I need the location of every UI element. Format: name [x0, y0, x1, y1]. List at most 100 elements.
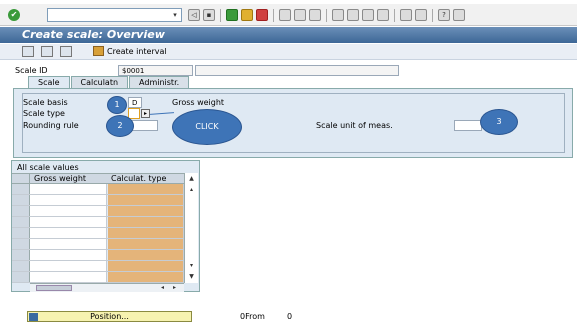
table-row — [12, 228, 198, 239]
calculation-type-cell[interactable] — [108, 217, 184, 227]
page-title: Create scale: Overview — [22, 28, 165, 41]
create-interval-label: Create interval — [107, 46, 167, 56]
title-bar: Create scale: Overview — [0, 27, 577, 43]
calculation-type-cell[interactable] — [108, 228, 184, 238]
scale-unit-field[interactable] — [454, 120, 482, 131]
other-scale-icon[interactable] — [22, 46, 34, 57]
find-next-icon[interactable] — [309, 9, 321, 21]
tab-administration[interactable]: Administr. — [129, 76, 190, 88]
create-interval-button[interactable]: Create interval — [93, 46, 167, 56]
change-display-icon[interactable] — [41, 46, 53, 57]
gross-weight-cell[interactable] — [30, 272, 107, 282]
gross-weight-cell[interactable] — [30, 217, 107, 227]
horizontal-scrollbar[interactable]: ◂ ▸ — [30, 283, 184, 292]
calculation-type-cell[interactable] — [108, 250, 184, 260]
table-row — [12, 217, 198, 228]
save-icon[interactable]: ▪ — [203, 9, 215, 21]
chevron-down-icon[interactable]: ▾ — [170, 10, 180, 20]
scroll-right-icon[interactable]: ▸ — [170, 284, 179, 292]
scroll-up-icon[interactable]: ▲ — [185, 174, 198, 183]
shortcut-icon[interactable] — [415, 9, 427, 21]
toolbar-separator — [326, 8, 327, 22]
scale-values-table: All scale values Gross weight Calculat. … — [11, 160, 200, 292]
table-rows — [12, 184, 198, 283]
tab-scale[interactable]: Scale — [28, 76, 70, 88]
next-page-icon[interactable] — [362, 9, 374, 21]
vertical-scrollbar[interactable]: ▲ ▴ ▾ ▼ — [184, 173, 198, 283]
position-button[interactable]: Position... — [27, 311, 192, 322]
callout-1: 1 — [107, 96, 127, 114]
scale-unit-label: Scale unit of meas. — [316, 121, 393, 130]
scale-id-field[interactable]: $0001 — [118, 65, 193, 76]
first-page-icon[interactable] — [332, 9, 344, 21]
toolbar-separator — [273, 8, 274, 22]
rounding-rule-label: Rounding rule — [23, 121, 79, 130]
row-selector[interactable] — [12, 184, 30, 194]
new-session-icon[interactable] — [400, 9, 412, 21]
row-selector[interactable] — [12, 261, 30, 271]
calculation-type-cell[interactable] — [108, 195, 184, 205]
enter-check-icon[interactable]: ✔ — [8, 9, 20, 21]
callout-2: 2 — [106, 115, 134, 137]
calculation-type-cell[interactable] — [108, 261, 184, 271]
gross-weight-cell[interactable] — [30, 184, 107, 194]
application-toolbar: Create interval — [0, 44, 577, 60]
scrollbar-thumb[interactable] — [36, 285, 72, 291]
back-icon[interactable] — [226, 9, 238, 21]
find-icon[interactable] — [294, 9, 306, 21]
calculation-type-cell[interactable] — [108, 239, 184, 249]
scale-basis-field[interactable]: D — [128, 97, 142, 108]
gross-weight-cell[interactable] — [30, 195, 107, 205]
row-selector[interactable] — [12, 239, 30, 249]
row-selector[interactable] — [12, 206, 30, 216]
row-selector[interactable] — [12, 250, 30, 260]
row-selector[interactable] — [12, 272, 30, 282]
calculation-type-cell[interactable] — [108, 206, 184, 216]
gross-weight-cell[interactable] — [30, 206, 107, 216]
scroll-up-small-icon[interactable]: ▴ — [185, 185, 198, 194]
scroll-left-icon[interactable]: ◂ — [158, 284, 167, 292]
last-page-icon[interactable] — [377, 9, 389, 21]
position-icon — [29, 313, 38, 321]
calculation-type-cell[interactable] — [108, 184, 184, 194]
toolbar-separator — [220, 8, 221, 22]
column-header-calculation-type[interactable]: Calculat. type — [111, 174, 166, 184]
scroll-down-small-icon[interactable]: ▾ — [185, 261, 198, 270]
select-all-cell[interactable] — [12, 174, 30, 184]
scale-id-label: Scale ID — [15, 66, 48, 75]
row-selector[interactable] — [12, 217, 30, 227]
print-icon[interactable] — [279, 9, 291, 21]
row-selector[interactable] — [12, 228, 30, 238]
standard-toolbar: ✔ ▾ ◁ ▪ ? — [0, 4, 577, 26]
row-selector[interactable] — [12, 195, 30, 205]
table-row — [12, 250, 198, 261]
help-icon[interactable]: ? — [438, 9, 450, 21]
scale-type-label: Scale type — [23, 109, 65, 118]
details-icon[interactable] — [60, 46, 72, 57]
back-triangle-icon[interactable]: ◁ — [188, 9, 200, 21]
scale-id-description-field[interactable] — [195, 65, 399, 76]
table-title: All scale values — [17, 163, 79, 172]
from-value: 0 — [287, 312, 293, 321]
previous-page-icon[interactable] — [347, 9, 359, 21]
gross-weight-cell[interactable] — [30, 261, 107, 271]
callout-3: 3 — [480, 109, 518, 135]
scroll-down-icon[interactable]: ▼ — [185, 272, 198, 281]
column-header-gross-weight[interactable]: Gross weight — [34, 174, 86, 184]
gross-weight-cell[interactable] — [30, 250, 107, 260]
cancel-icon[interactable] — [256, 9, 268, 21]
tab-calculation[interactable]: Calculatn — [70, 76, 129, 88]
table-row — [12, 195, 198, 206]
command-field[interactable]: ▾ — [47, 8, 182, 22]
scale-basis-description: Gross weight — [172, 98, 225, 107]
callout-click: CLICK — [172, 109, 242, 145]
layout-icon[interactable] — [453, 9, 465, 21]
gross-weight-cell[interactable] — [30, 228, 107, 238]
gross-weight-cell[interactable] — [30, 239, 107, 249]
exit-icon[interactable] — [241, 9, 253, 21]
table-header: Gross weight Calculat. type — [12, 173, 198, 184]
value-help-icon[interactable]: ▸ — [141, 109, 150, 118]
calculation-type-cell[interactable] — [108, 272, 184, 282]
table-row — [12, 184, 198, 195]
table-row — [12, 261, 198, 272]
